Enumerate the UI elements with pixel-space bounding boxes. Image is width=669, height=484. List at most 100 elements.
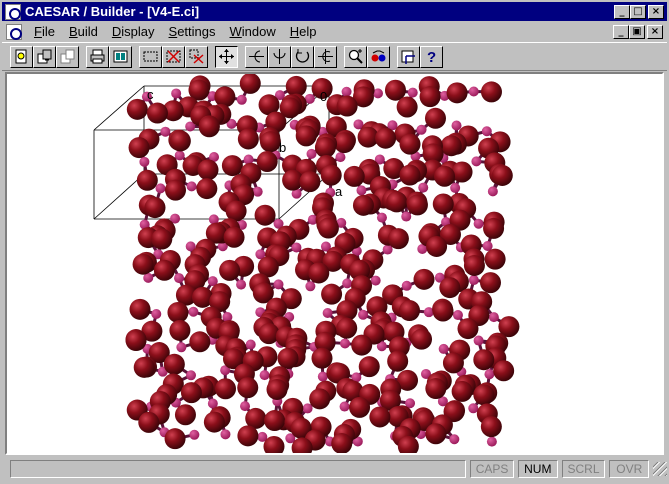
ovr-indicator: OVR	[609, 460, 650, 478]
metal-atom	[484, 369, 495, 380]
metal-atom	[151, 309, 162, 320]
oxygen-atom	[386, 191, 408, 213]
oxygen-atom	[314, 136, 336, 158]
oxygen-atom	[169, 130, 191, 152]
app-icon[interactable]	[5, 3, 21, 20]
oxygen-atom	[163, 353, 185, 375]
metal-atom	[468, 403, 479, 414]
axes-button[interactable]	[397, 45, 420, 68]
metal-atom	[341, 86, 352, 97]
crystal-structure-canvas[interactable]: c b a 0	[7, 74, 662, 453]
menu-window[interactable]: Window	[224, 24, 284, 39]
rotate-y-button[interactable]	[268, 45, 291, 68]
menu-settings[interactable]: Settings	[163, 24, 224, 39]
oxygen-atom	[343, 165, 365, 187]
oxygen-atom	[480, 416, 502, 438]
oxygen-atom	[198, 116, 220, 138]
doc-close-button[interactable]: ×	[647, 24, 663, 39]
oxygen-atom	[399, 300, 420, 322]
oxygen-atom	[259, 131, 281, 153]
main-window: CAESAR / Builder - [V4-E.ci] _ □ × File …	[0, 0, 669, 484]
oxygen-atom	[180, 382, 202, 404]
oxygen-atom	[426, 235, 448, 257]
oxygen-atom	[434, 165, 456, 187]
metal-atom	[450, 182, 461, 193]
oxygen-atom	[483, 217, 505, 239]
new-structure-icon	[15, 49, 27, 64]
menu-bar: File Build Display Settings Window Help …	[2, 22, 667, 41]
oxygen-atom	[221, 155, 243, 177]
title-bar[interactable]: CAESAR / Builder - [V4-E.ci] _ □ ×	[2, 2, 667, 21]
oxygen-atom	[446, 82, 468, 104]
metal-atom	[322, 307, 333, 318]
new-structure-button[interactable]	[10, 45, 33, 68]
maximize-button[interactable]: □	[630, 4, 646, 19]
oxygen-atom	[399, 133, 421, 155]
preview-button[interactable]	[109, 45, 132, 68]
metal-atom	[236, 94, 247, 105]
print-button[interactable]	[86, 45, 109, 68]
oxygen-atom	[153, 259, 175, 281]
oxygen-atom	[439, 277, 461, 299]
metal-atom	[139, 156, 150, 167]
rotate-free-button[interactable]	[314, 45, 337, 68]
structure-viewer[interactable]: c b a 0	[5, 72, 664, 455]
document-icon[interactable]	[6, 23, 22, 40]
axes-icon	[401, 50, 415, 64]
oxygen-atom	[473, 384, 495, 406]
oxygen-atom	[165, 179, 187, 201]
oxygen-atom	[189, 331, 211, 353]
oxygen-atom	[479, 272, 501, 294]
metal-atom	[473, 218, 484, 229]
metal-atom	[340, 338, 351, 349]
oxygen-atom	[219, 259, 241, 281]
zoom-button[interactable]	[344, 45, 367, 68]
menu-help[interactable]: Help	[284, 24, 325, 39]
oxygen-atom	[317, 217, 339, 239]
oxygen-atom	[321, 283, 343, 305]
oxygen-atom	[133, 356, 155, 378]
open-button[interactable]	[33, 45, 56, 68]
oxygen-atom	[451, 161, 473, 183]
oxygen-atom	[442, 352, 464, 374]
oxygen-atom	[129, 298, 151, 320]
doc-restore-button[interactable]: ▣	[629, 24, 645, 39]
metal-atom	[488, 312, 499, 323]
oxygen-atom	[375, 127, 397, 149]
oxygen-atom	[174, 404, 196, 426]
oxygen-atom	[413, 268, 435, 290]
menu-file[interactable]: File	[28, 24, 63, 39]
help-button[interactable]: ?	[420, 45, 443, 68]
rotate-z-button[interactable]	[291, 45, 314, 68]
rotate-x-button[interactable]	[245, 45, 268, 68]
rotate-z-icon	[295, 49, 310, 63]
oxygen-atom	[352, 194, 374, 216]
save-button[interactable]	[56, 45, 79, 68]
oxygen-atom	[419, 86, 441, 108]
close-button[interactable]: ×	[648, 4, 664, 19]
select-box-button[interactable]	[139, 45, 162, 68]
oxygen-atom	[424, 107, 446, 129]
menu-display[interactable]: Display	[106, 24, 163, 39]
move-button[interactable]	[215, 45, 238, 68]
stereo-button[interactable]	[367, 45, 390, 68]
minimize-button[interactable]: _	[614, 4, 630, 19]
oxygen-atom	[349, 396, 371, 418]
doc-minimize-button[interactable]: _	[613, 24, 629, 39]
oxygen-atom	[336, 317, 358, 339]
metal-atom	[176, 342, 187, 353]
metal-atom	[449, 434, 460, 445]
metal-atom	[335, 152, 346, 163]
move-icon	[219, 49, 234, 64]
oxygen-atom	[480, 81, 502, 103]
status-bar: CAPS NUM SCRL OVR	[2, 458, 668, 480]
oxygen-atom	[320, 164, 342, 186]
delete-button[interactable]	[162, 45, 185, 68]
atom-layer	[125, 74, 520, 453]
oxygen-atom	[396, 96, 418, 118]
menu-build[interactable]: Build	[63, 24, 106, 39]
cut-button[interactable]	[185, 45, 208, 68]
resize-grip[interactable]	[653, 462, 668, 476]
unit-cell-edge	[93, 173, 145, 220]
oxygen-atom	[463, 254, 485, 276]
